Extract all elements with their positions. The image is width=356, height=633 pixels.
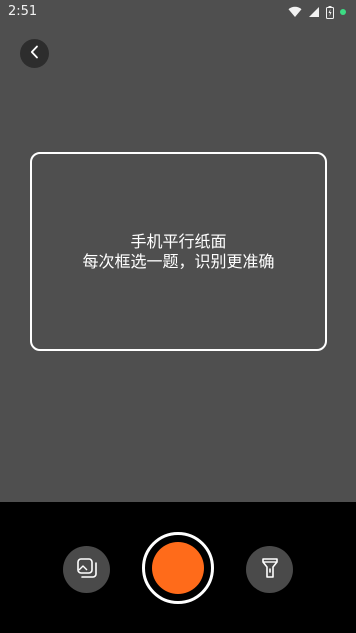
flashlight-button[interactable] <box>246 546 293 593</box>
chevron-left-icon <box>29 44 41 63</box>
wifi-icon <box>288 6 302 18</box>
gallery-icon <box>75 556 99 584</box>
status-bar: 2:51 <box>0 0 356 26</box>
shutter-button[interactable] <box>142 532 214 604</box>
scan-frame: 手机平行纸面 每次框选一题，识别更准确 <box>30 152 327 351</box>
camera-viewfinder: 2:51 手机平行纸面 每次框选一题，识别更准确 <box>0 0 356 502</box>
battery-icon <box>326 5 334 19</box>
status-icons <box>288 5 346 19</box>
back-button[interactable] <box>20 39 49 68</box>
album-button[interactable] <box>63 546 110 593</box>
status-time: 2:51 <box>8 4 38 19</box>
camera-controls-bar <box>0 502 356 633</box>
scan-hint-line1: 手机平行纸面 <box>130 231 227 251</box>
scan-hint-line2: 每次框选一题，识别更准确 <box>82 251 275 271</box>
shutter-core <box>152 542 204 594</box>
cell-signal-icon <box>308 6 320 18</box>
notification-dot-icon <box>340 9 346 15</box>
flashlight-icon <box>259 556 281 584</box>
